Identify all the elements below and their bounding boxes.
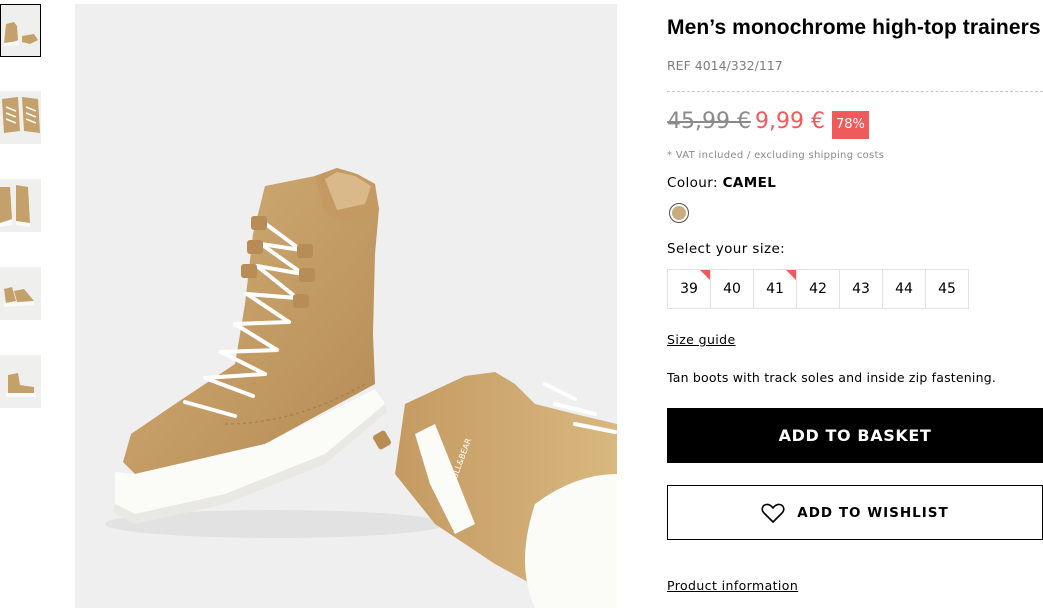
size-label-40: 40: [723, 281, 741, 297]
colour-value: CAMEL: [722, 175, 777, 191]
product-ref: REF 4014/332/117: [667, 58, 783, 73]
add-to-wishlist-label: ADD TO WISHLIST: [797, 504, 949, 521]
size-option-44[interactable]: 44: [882, 269, 926, 309]
product-information-link[interactable]: Product information: [667, 578, 798, 593]
size-option-39[interactable]: 39: [667, 269, 711, 309]
size-label: Select your size:: [667, 241, 786, 257]
size-option-40[interactable]: 40: [710, 269, 754, 309]
thumbnail-2[interactable]: [0, 91, 41, 144]
thumbnail-3[interactable]: [0, 179, 41, 232]
thumbnail-4[interactable]: [0, 267, 41, 320]
sale-price: 9,99 €: [755, 109, 825, 134]
size-selector: 39 40 41 42 43 44 45: [667, 269, 969, 309]
colour-swatch-camel[interactable]: [669, 203, 689, 223]
colour-label: Colour: CAMEL: [667, 175, 776, 191]
thumbnail-5[interactable]: [0, 355, 41, 408]
colour-label-text: Colour:: [667, 175, 723, 191]
size-option-42[interactable]: 42: [796, 269, 840, 309]
trainer-illustration: PULL&BEAR: [75, 4, 617, 608]
divider: [667, 91, 1043, 92]
product-main-image[interactable]: PULL&BEAR: [75, 4, 617, 608]
add-to-basket-button[interactable]: ADD TO BASKET: [667, 408, 1043, 463]
vat-note: * VAT included / excluding shipping cost…: [667, 150, 885, 161]
product-title: Men’s monochrome high-top trainers: [667, 16, 1041, 39]
add-to-basket-label: ADD TO BASKET: [778, 426, 932, 445]
size-label-44: 44: [895, 281, 913, 297]
thumbnail-1[interactable]: [0, 4, 41, 57]
low-stock-marker: [786, 270, 796, 280]
size-label-39: 39: [680, 281, 698, 297]
size-label-41: 41: [766, 281, 784, 297]
discount-badge: 78%: [832, 111, 869, 139]
size-option-45[interactable]: 45: [925, 269, 969, 309]
add-to-wishlist-button[interactable]: ADD TO WISHLIST: [667, 485, 1043, 540]
heart-icon: [761, 503, 785, 523]
size-label-43: 43: [852, 281, 870, 297]
size-label-42: 42: [809, 281, 827, 297]
size-option-43[interactable]: 43: [839, 269, 883, 309]
size-option-41[interactable]: 41: [753, 269, 797, 309]
old-price: 45,99 €: [667, 109, 751, 134]
product-description: Tan boots with track soles and inside zi…: [667, 370, 997, 385]
size-guide-link[interactable]: Size guide: [667, 332, 736, 347]
size-label-45: 45: [938, 281, 956, 297]
low-stock-marker: [700, 270, 710, 280]
